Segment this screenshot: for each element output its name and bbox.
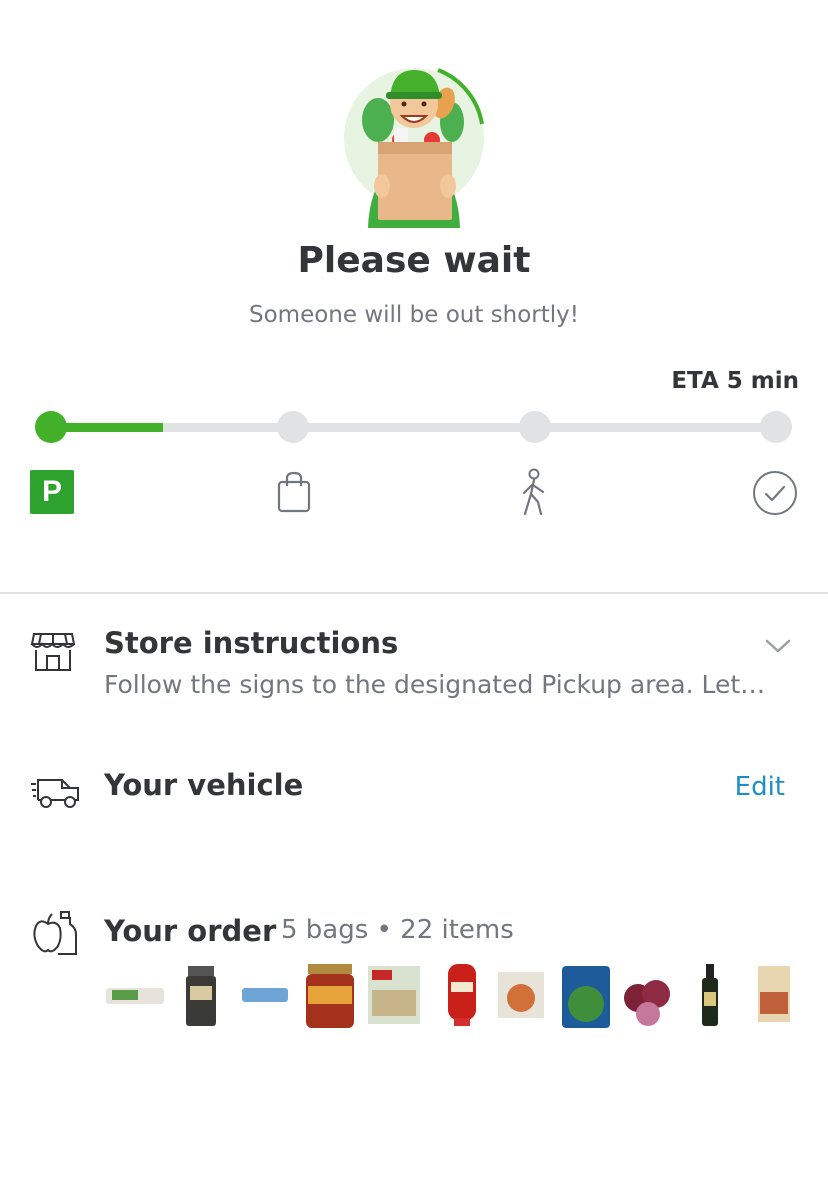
eta-label: ETA 5 min xyxy=(671,368,799,394)
order-title: Your order xyxy=(104,914,277,948)
page-subtitle: Someone will be out shortly! xyxy=(249,302,579,328)
chevron-down-icon[interactable] xyxy=(764,636,792,656)
product-thumb-olive-oil[interactable] xyxy=(684,962,744,1032)
store-instructions-title: Store instructions xyxy=(104,626,399,660)
product-thumb-red-onions[interactable] xyxy=(618,962,678,1032)
product-thumb-ketchup[interactable] xyxy=(434,962,494,1032)
progress-dot-bagging xyxy=(277,411,309,443)
product-thumb-salsa[interactable] xyxy=(302,962,362,1032)
product-thumb-pasta-box[interactable] xyxy=(744,962,804,1032)
storefront-icon xyxy=(30,633,76,671)
walking-person-icon xyxy=(522,468,545,516)
progress-dot-walking xyxy=(519,411,551,443)
shopping-bag-icon xyxy=(277,471,311,513)
vehicle-icon xyxy=(31,779,79,808)
groceries-icon xyxy=(33,911,77,955)
section-divider xyxy=(0,592,828,594)
progress-track xyxy=(50,423,776,432)
check-circle-icon xyxy=(753,471,797,515)
product-thumb-frozen-meal[interactable] xyxy=(364,962,424,1032)
product-thumb-pizza[interactable] xyxy=(496,962,556,1032)
vehicle-title: Your vehicle xyxy=(104,768,304,802)
progress-dot-parking xyxy=(35,411,67,443)
order-item-thumbnails[interactable] xyxy=(104,962,794,1032)
edit-vehicle-button[interactable]: Edit xyxy=(735,772,785,802)
store-instructions-text: Follow the signs to the designated Picku… xyxy=(104,670,766,699)
page-title: Please wait xyxy=(297,240,531,281)
order-summary: 5 bags • 22 items xyxy=(281,915,514,945)
product-thumb-eggs-carton[interactable] xyxy=(240,962,300,1032)
parking-icon: P xyxy=(30,470,74,514)
shopper-illustration xyxy=(344,68,484,228)
product-thumb-spinach[interactable] xyxy=(558,962,618,1032)
pickup-status-screen: Please wait Someone will be out shortly!… xyxy=(0,0,828,1177)
progress-dot-done xyxy=(760,411,792,443)
product-thumb-seasoning[interactable] xyxy=(174,962,234,1032)
product-thumb-eggs[interactable] xyxy=(104,962,164,1032)
